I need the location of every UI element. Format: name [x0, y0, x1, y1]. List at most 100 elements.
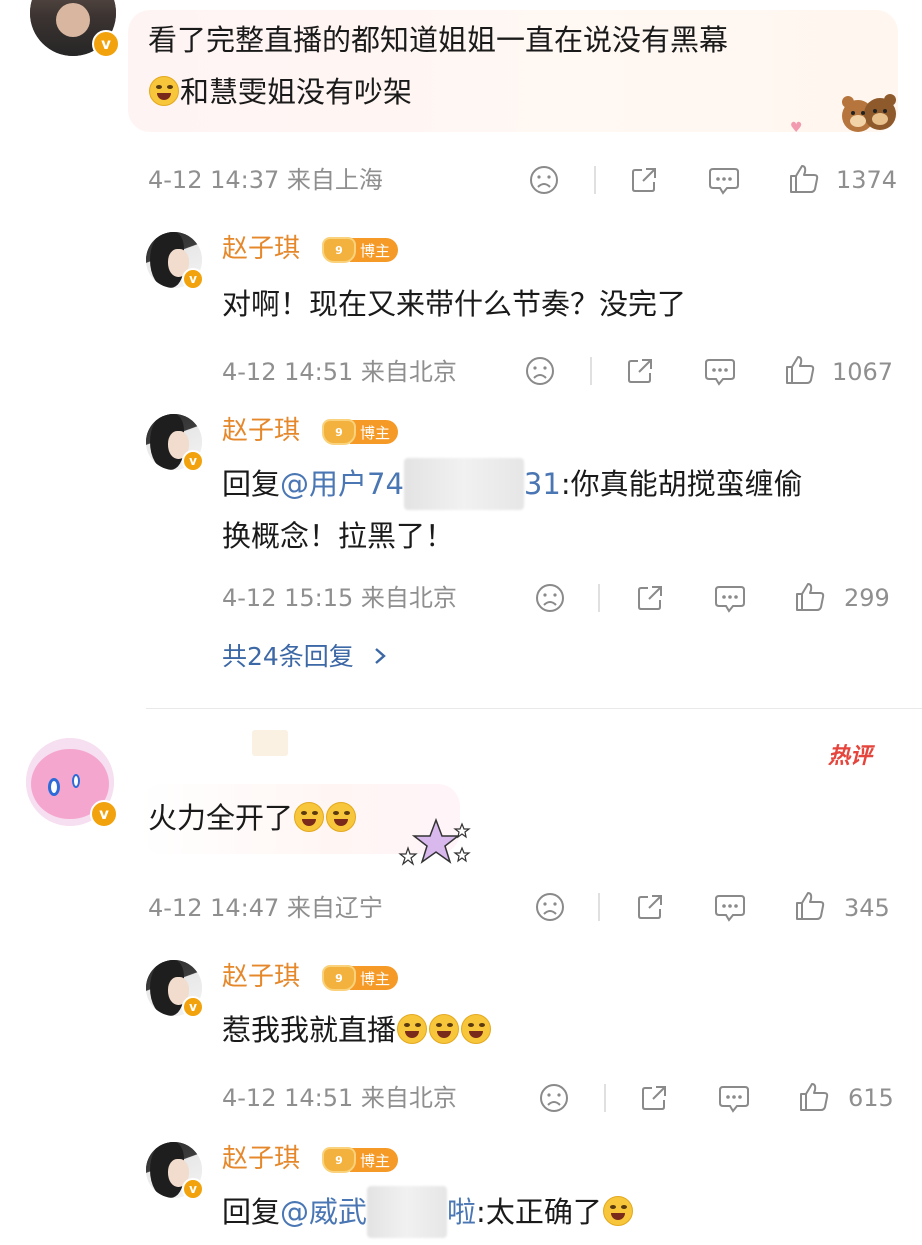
- reply-avatar[interactable]: v: [146, 232, 204, 290]
- heart-sticker-icon: ♥: [790, 120, 803, 136]
- share-button[interactable]: [632, 580, 668, 616]
- share-button[interactable]: [636, 1080, 672, 1116]
- share-icon: [642, 1086, 666, 1110]
- like-count: 1067: [832, 358, 894, 386]
- like-button[interactable]: [792, 578, 828, 616]
- share-button[interactable]: [632, 889, 668, 925]
- comment-icon: [715, 586, 745, 613]
- comment-icon: [705, 359, 735, 386]
- like-icon: [800, 1083, 829, 1111]
- like-count: 299: [844, 584, 890, 612]
- verified-badge-icon: v: [182, 996, 204, 1018]
- reply-text: 惹我我就直播: [222, 1004, 492, 1056]
- verified-badge-icon: v: [90, 800, 118, 828]
- emoji-icon: [294, 802, 325, 832]
- reply-author-name[interactable]: 赵子琪: [222, 236, 300, 262]
- reply-text: 对啊！现在又来带什么节奏？没完了: [222, 287, 687, 321]
- bear-sticker-icon: [838, 88, 898, 138]
- blogger-badge: 9 博主: [322, 1147, 399, 1173]
- separator: [590, 357, 592, 385]
- verified-badge-icon: v: [182, 268, 204, 290]
- like-count: 345: [844, 894, 890, 922]
- verified-badge-icon: v: [182, 450, 204, 472]
- blogger-tag: 博主: [350, 420, 399, 444]
- like-icon: [786, 356, 815, 384]
- commenter-avatar[interactable]: v: [30, 0, 120, 58]
- commenter-avatar[interactable]: v: [26, 738, 118, 828]
- blogger-tag: 博主: [350, 1148, 399, 1172]
- reply-avatar[interactable]: v: [146, 1142, 204, 1200]
- blurred-mention: [403, 458, 524, 510]
- comment-button[interactable]: [706, 162, 742, 198]
- dislike-button[interactable]: [536, 1080, 572, 1116]
- emoji-icon: [461, 1014, 492, 1044]
- reply-author-name[interactable]: 赵子琪: [222, 1146, 300, 1172]
- emoji-icon: [397, 1014, 428, 1044]
- crown-icon: 9: [322, 1147, 356, 1173]
- dislike-button[interactable]: [532, 889, 568, 925]
- comment-text: 看了完整直播的都知道姐姐一直在说没有黑幕: [148, 23, 729, 57]
- dislike-button[interactable]: [532, 580, 568, 616]
- dislike-button[interactable]: [526, 162, 562, 198]
- share-button[interactable]: [622, 353, 658, 389]
- comment-button[interactable]: [712, 889, 748, 925]
- comment-button[interactable]: [716, 1080, 752, 1116]
- crown-icon: 9: [322, 237, 356, 263]
- hot-comment-badge: 热评: [828, 744, 873, 769]
- comment-icon: [709, 168, 739, 195]
- like-button[interactable]: [786, 160, 822, 198]
- like-button[interactable]: [792, 887, 828, 925]
- more-replies-link[interactable]: 共24条回复: [222, 644, 390, 669]
- reply-author-name[interactable]: 赵子琪: [222, 964, 300, 990]
- comment-text-line2: 和慧雯姐没有吵架: [148, 66, 412, 118]
- emoji-icon: [326, 802, 357, 832]
- blogger-badge: 9 博主: [322, 419, 399, 445]
- reply-author-name[interactable]: 赵子琪: [222, 418, 300, 444]
- share-icon: [638, 895, 662, 919]
- crown-icon: 9: [322, 965, 356, 991]
- like-icon: [790, 165, 819, 193]
- separator: [594, 166, 596, 194]
- reply-avatar[interactable]: v: [146, 414, 204, 472]
- comment-button[interactable]: [702, 353, 738, 389]
- blogger-tag: 博主: [350, 238, 399, 262]
- share-button[interactable]: [626, 162, 662, 198]
- like-count: 1374: [836, 166, 898, 194]
- emoji-icon: [602, 1196, 633, 1226]
- comment-button[interactable]: [712, 580, 748, 616]
- like-icon: [796, 892, 825, 920]
- mention-link[interactable]: @威武 啦: [280, 1186, 476, 1238]
- dislike-icon: [540, 1084, 568, 1112]
- blogger-tag: 博主: [350, 966, 399, 990]
- reply-text-line2: 换概念！拉黑了！: [222, 519, 455, 553]
- blurred-username: [252, 730, 288, 756]
- like-count: 615: [848, 1084, 894, 1112]
- reply-avatar[interactable]: v: [146, 960, 204, 1018]
- mention-link[interactable]: @用户74 31: [280, 458, 561, 510]
- reply-time: 4-12 15:15 来自北京: [222, 584, 457, 612]
- dislike-icon: [536, 893, 564, 921]
- star-sticker-icon: [396, 816, 476, 866]
- comment-time: 4-12 14:47 来自辽宁: [148, 894, 383, 922]
- like-button[interactable]: [796, 1078, 832, 1116]
- reply-time: 4-12 14:51 来自北京: [222, 358, 457, 386]
- dislike-icon: [536, 584, 564, 612]
- reply-text: 回复@威武 啦:太正确了: [222, 1186, 634, 1238]
- dislike-button[interactable]: [522, 353, 558, 389]
- blogger-badge: 9 博主: [322, 237, 399, 263]
- share-icon: [628, 359, 652, 383]
- blurred-mention: [367, 1186, 448, 1238]
- emoji-icon: [429, 1014, 460, 1044]
- verified-badge-icon: v: [92, 30, 120, 58]
- reply-text: 回复@用户74 31:你真能胡搅蛮缠偷: [222, 458, 803, 510]
- like-button[interactable]: [782, 351, 818, 389]
- separator: [598, 893, 600, 921]
- blogger-badge: 9 博主: [322, 965, 399, 991]
- separator: [604, 1084, 606, 1112]
- separator: [598, 584, 600, 612]
- emoji-icon: [149, 76, 179, 106]
- comment-text: 火力全开了: [148, 792, 357, 844]
- comment-icon: [715, 895, 745, 922]
- verified-badge-icon: v: [182, 1178, 204, 1200]
- share-icon: [632, 168, 656, 192]
